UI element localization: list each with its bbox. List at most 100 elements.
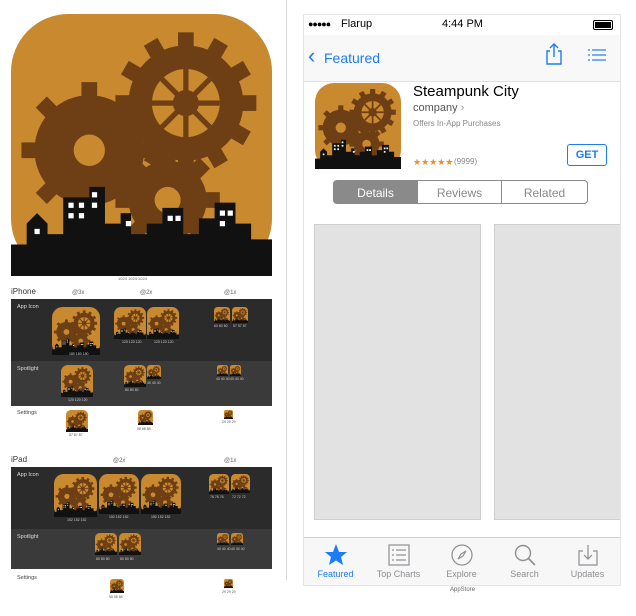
- icon-caption: 180 180 180: [69, 352, 89, 356]
- iphone-settings-row: Settings 87 87 87 58 58 58 29 29 29: [11, 406, 272, 442]
- app-icon-thumbnail: [119, 533, 141, 555]
- compass-icon: [451, 544, 473, 566]
- app-icon-thumbnail: [224, 579, 233, 588]
- icon-caption: 60 60 60: [214, 324, 228, 328]
- tab-label: Updates: [570, 569, 605, 579]
- icon-caption: 40 40 40: [217, 547, 231, 551]
- tab-label: Explore: [446, 569, 477, 579]
- star-icon: [325, 544, 347, 565]
- icon-caption: 40 40 40: [231, 547, 245, 551]
- app-icon-thumbnail: [147, 307, 179, 339]
- icon-caption: 87 87 87: [69, 433, 83, 437]
- app-icon-thumbnail: [114, 307, 146, 339]
- large-app-icon: [11, 14, 272, 276]
- tab-label: Top Charts: [376, 569, 421, 579]
- app-icon-thumbnail: [217, 533, 229, 545]
- app-icon-thumbnail: [232, 307, 248, 323]
- tab-label: Featured: [317, 569, 354, 579]
- chevron-right-icon: ›: [460, 102, 465, 114]
- scale-label: @1x: [224, 290, 237, 296]
- get-button[interactable]: GET: [567, 144, 607, 166]
- iphone-spotlight-row: Spotlight 120 120 120 80 80 80 40 40 40 …: [11, 361, 272, 406]
- app-icon-thumbnail: [95, 533, 117, 555]
- scale-label: @2x: [140, 290, 153, 296]
- app-name: Steampunk City: [413, 83, 519, 100]
- app-icon: [315, 83, 401, 169]
- developer-name: company: [413, 102, 458, 114]
- scale-label: @2x: [113, 458, 126, 464]
- icon-caption: 76 76 76: [210, 495, 224, 499]
- icon-caption: 152 152 152: [151, 515, 171, 519]
- segment-reviews[interactable]: Reviews: [417, 180, 502, 204]
- icon-caption: 58 58 58: [137, 427, 151, 431]
- rating-stars: ★★★★★: [413, 157, 454, 167]
- row-label: App Icon: [17, 304, 39, 310]
- tab-featured[interactable]: Featured: [304, 538, 367, 585]
- download-icon: [578, 545, 598, 566]
- list-icon[interactable]: [587, 47, 607, 63]
- app-icon-thumbnail: [66, 410, 88, 432]
- app-icon-thumbnail: [231, 533, 243, 545]
- status-bar: ●●●●● Flarup 4:44 PM: [304, 15, 620, 35]
- tab-label: Search: [510, 569, 539, 579]
- search-icon: [514, 544, 536, 566]
- icon-caption: 29 29 29: [222, 590, 236, 594]
- tab-search[interactable]: Search: [493, 538, 556, 585]
- back-button-label: Featured: [324, 50, 381, 66]
- ipad-settings-row: Settings 58 58 58 29 29 29: [11, 569, 272, 605]
- developer-link[interactable]: company ›: [413, 102, 464, 114]
- icon-caption: 120 120 120: [122, 340, 142, 344]
- screenshot-placeholder[interactable]: [494, 224, 620, 520]
- icon-caption: 152 152 152: [67, 518, 87, 522]
- iphone-app-icon-row: App Icon 180 180 180 120 120 120 120 120…: [11, 299, 272, 361]
- tab-top-charts[interactable]: Top Charts: [367, 538, 430, 585]
- app-icon-thumbnail: [209, 474, 229, 494]
- icon-caption: 72 72 72: [232, 495, 246, 499]
- segment-related[interactable]: Related: [501, 180, 588, 204]
- icon-caption: 120 120 120: [154, 340, 174, 344]
- screenshot-placeholder[interactable]: [314, 224, 481, 520]
- rating-count: (9999): [454, 157, 478, 166]
- icon-caption: 40 40 40: [216, 377, 230, 381]
- icon-caption: 80 80 80: [125, 388, 139, 392]
- tab-explore[interactable]: Explore: [430, 538, 493, 585]
- tab-updates[interactable]: Updates: [556, 538, 619, 585]
- icon-template-panel: 1024 1024 1024 iPhone @3x @2x @1x App Ic…: [0, 0, 285, 616]
- segment-details[interactable]: Details: [333, 180, 418, 204]
- app-icon-thumbnail: [54, 474, 97, 517]
- scale-label: @3x: [72, 290, 85, 296]
- share-icon[interactable]: [544, 42, 564, 66]
- navigation-bar: ‹ Featured: [304, 35, 620, 82]
- row-label: Settings: [17, 410, 37, 416]
- ipad-spotlight-row: Spotlight 80 80 80 80 80 80 40 40 40 40 …: [11, 529, 272, 569]
- icon-caption: 57 57 57: [233, 324, 247, 328]
- icon-caption: 80 80 80: [96, 557, 110, 561]
- tab-bar: Featured Top Charts Explore Search Updat…: [304, 537, 620, 585]
- app-icon-thumbnail: [217, 365, 228, 376]
- icon-caption: 40 40 40: [230, 377, 244, 381]
- panel-divider: [286, 0, 287, 580]
- in-app-purchases-note: Offers In-App Purchases: [413, 119, 501, 128]
- app-icon-thumbnail: [231, 474, 250, 493]
- large-icon-caption: 1024 1024 1024: [118, 276, 147, 281]
- row-label: Spotlight: [17, 366, 39, 372]
- app-icon-thumbnail: [124, 365, 146, 387]
- app-icon-thumbnail: [147, 365, 161, 379]
- footer-caption: AppStore: [450, 587, 476, 593]
- iphone-section-label: iPhone: [11, 287, 36, 296]
- icon-caption: 40 40 40: [147, 381, 161, 385]
- signal-icon: ●●●●●: [308, 19, 331, 29]
- ipad-section-label: iPad: [11, 455, 28, 464]
- battery-icon: [593, 20, 613, 30]
- status-time: 4:44 PM: [442, 18, 483, 30]
- iphone-appstore-mockup: ●●●●● Flarup 4:44 PM ‹ Featured Steampun…: [303, 14, 621, 586]
- row-label: Settings: [17, 575, 37, 581]
- app-icon-thumbnail: [99, 474, 139, 514]
- scale-label: @1x: [224, 458, 237, 464]
- icon-caption: 152 152 152: [109, 515, 129, 519]
- list-icon: [388, 544, 410, 566]
- row-label: App Icon: [17, 472, 39, 478]
- chevron-left-icon: ‹: [308, 43, 316, 68]
- app-icon-thumbnail: [230, 365, 241, 376]
- app-icon-thumbnail: [224, 410, 233, 419]
